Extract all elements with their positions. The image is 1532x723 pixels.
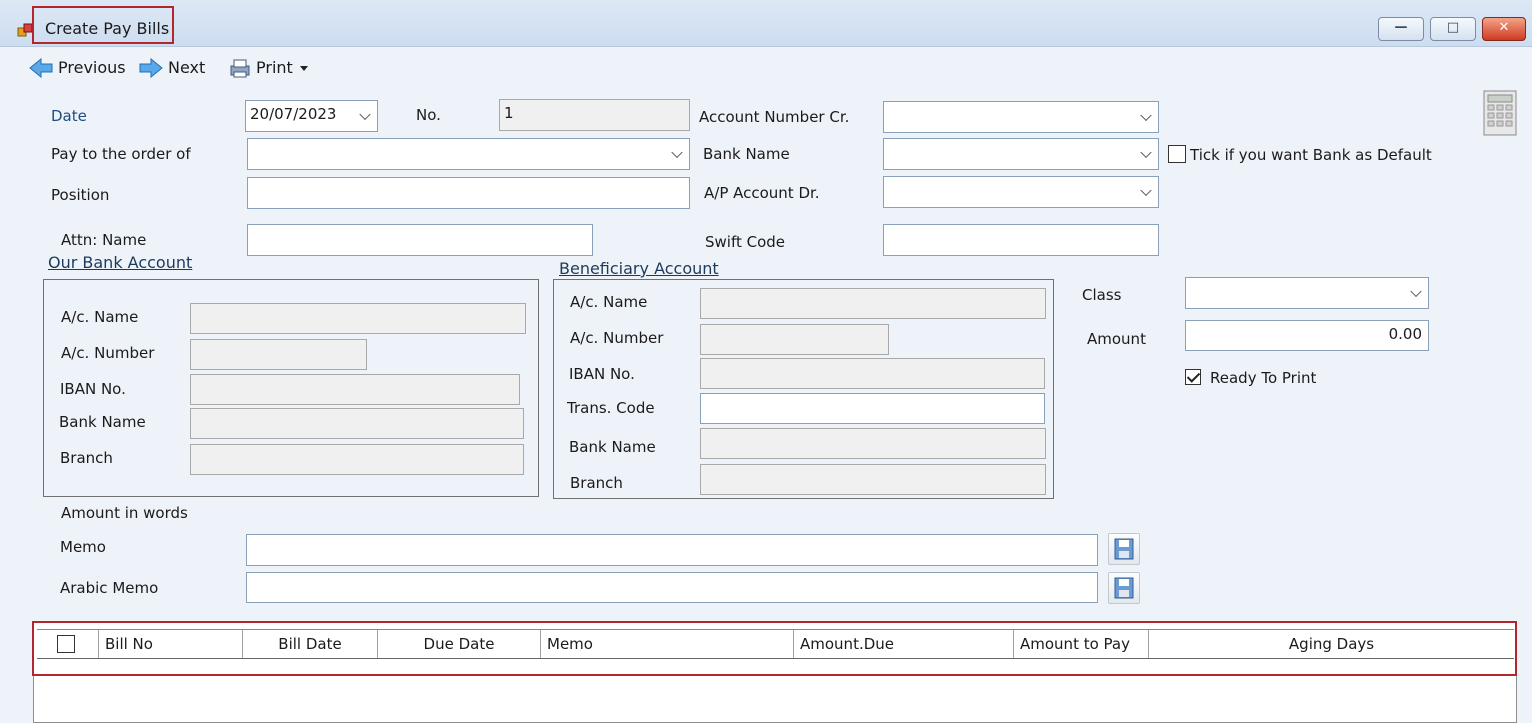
our-ac-number-label: A/c. Number (61, 344, 155, 362)
bank-default-checkbox[interactable] (1168, 145, 1186, 163)
our-ac-name-label: A/c. Name (61, 308, 139, 326)
bank-name-label: Bank Name (703, 145, 790, 163)
minimize-button[interactable]: — (1378, 17, 1424, 41)
ap-account-select[interactable] (883, 176, 1159, 208)
ben-iban-label: IBAN No. (569, 365, 635, 383)
class-select[interactable] (1185, 277, 1429, 309)
attn-name-label: Attn: Name (61, 231, 147, 249)
our-bank-name-label: Bank Name (59, 413, 146, 431)
bank-name-select[interactable] (883, 138, 1159, 170)
our-bank-title: Our Bank Account (48, 253, 193, 272)
our-ac-name-field[interactable] (190, 303, 526, 334)
amount-input[interactable]: 0.00 (1185, 320, 1429, 351)
our-branch-label: Branch (60, 449, 113, 467)
print-button[interactable]: Print (228, 56, 311, 80)
ready-to-print-checkbox[interactable] (1185, 369, 1201, 385)
window-title: Create Pay Bills (45, 19, 170, 38)
app-icon (17, 22, 33, 38)
class-label: Class (1082, 286, 1122, 304)
printer-icon (230, 59, 250, 78)
memo-save-button[interactable] (1108, 533, 1140, 565)
amount-words-label: Amount in words (61, 504, 188, 522)
arabic-memo-label: Arabic Memo (60, 579, 159, 597)
floppy-disk-icon (1114, 538, 1134, 560)
ben-bank-name-label: Bank Name (569, 438, 656, 456)
memo-label: Memo (60, 538, 106, 556)
previous-button[interactable]: Previous (28, 56, 126, 80)
pay-to-select[interactable] (247, 138, 690, 170)
our-ac-number-field[interactable] (190, 339, 367, 370)
no-label: No. (416, 106, 441, 124)
ben-trans-code-input[interactable] (700, 393, 1045, 424)
pay-to-label: Pay to the order of (51, 145, 191, 163)
calculator-icon[interactable] (1483, 90, 1517, 140)
attn-name-input[interactable] (247, 224, 593, 256)
ready-to-print-label: Ready To Print (1210, 369, 1317, 387)
arabic-memo-input[interactable] (246, 572, 1098, 603)
arrow-right-icon (139, 58, 163, 78)
our-bank-name-field[interactable] (190, 408, 524, 439)
maximize-button[interactable]: □ (1430, 17, 1476, 41)
our-iban-label: IBAN No. (60, 380, 126, 398)
ben-branch-label: Branch (570, 474, 623, 492)
arrow-left-icon (29, 58, 53, 78)
position-input[interactable] (247, 177, 690, 209)
ben-trans-code-label: Trans. Code (567, 399, 655, 417)
previous-label: Previous (58, 58, 126, 77)
floppy-disk-icon (1114, 577, 1134, 599)
ben-ac-name-field[interactable] (700, 288, 1046, 319)
arabic-memo-save-button[interactable] (1108, 572, 1140, 604)
our-iban-field[interactable] (190, 374, 520, 405)
account-cr-select[interactable] (883, 101, 1159, 133)
swift-code-input[interactable] (883, 224, 1159, 256)
no-field[interactable]: 1 (499, 99, 690, 131)
next-label: Next (168, 58, 206, 77)
bank-default-label: Tick if you want Bank as Default (1190, 146, 1432, 164)
swift-code-label: Swift Code (705, 233, 786, 251)
close-button[interactable]: ✕ (1482, 17, 1526, 41)
amount-label: Amount (1087, 330, 1146, 348)
title-bar (0, 0, 1532, 47)
ben-branch-field[interactable] (700, 464, 1046, 495)
position-label: Position (51, 186, 110, 204)
date-picker[interactable]: 20/07/2023 (245, 100, 378, 132)
date-label: Date (51, 107, 87, 125)
next-button[interactable]: Next (138, 56, 205, 80)
ben-ac-name-label: A/c. Name (570, 293, 648, 311)
ap-account-label: A/P Account Dr. (704, 184, 820, 202)
beneficiary-title: Beneficiary Account (559, 259, 719, 278)
ben-ac-number-field[interactable] (700, 324, 889, 355)
grid-highlight-box (32, 621, 1517, 676)
dropdown-arrow-icon[interactable] (297, 63, 311, 73)
memo-input[interactable] (246, 534, 1098, 566)
ben-bank-name-field[interactable] (700, 428, 1046, 459)
account-cr-label: Account Number Cr. (699, 108, 850, 126)
ben-iban-field[interactable] (700, 358, 1045, 389)
our-branch-field[interactable] (190, 444, 524, 475)
ben-ac-number-label: A/c. Number (570, 329, 664, 347)
print-label: Print (256, 58, 293, 77)
